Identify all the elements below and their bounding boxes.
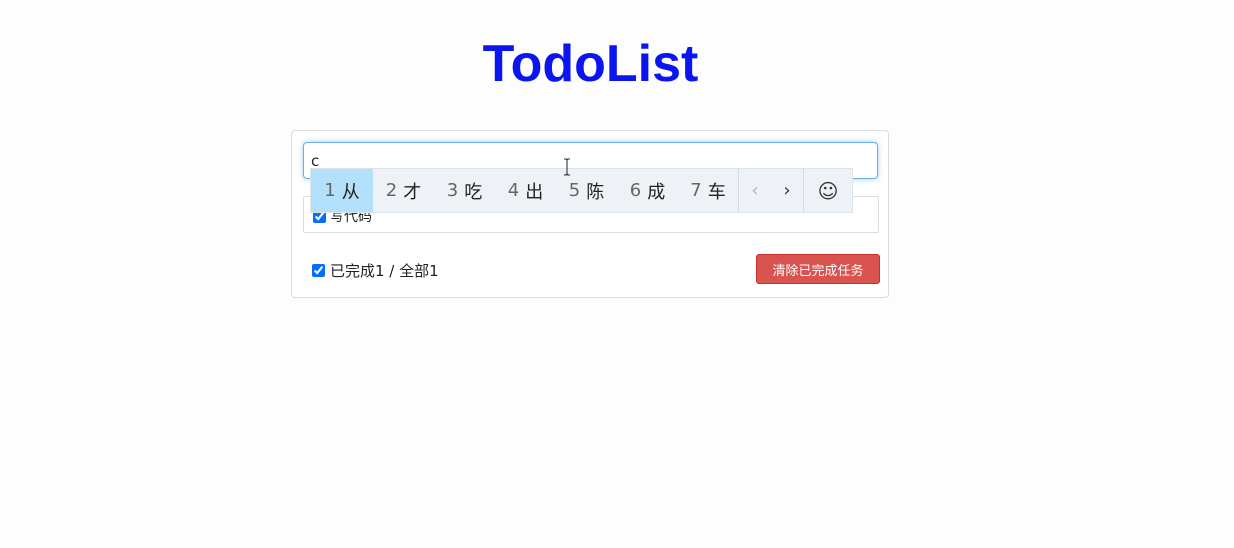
- ime-candidate-text: 出: [525, 181, 544, 203]
- ime-candidate-text: 成: [647, 181, 666, 203]
- ime-candidate-text: 从: [341, 181, 360, 203]
- chevron-right-icon[interactable]: ›: [771, 169, 803, 212]
- ime-candidate[interactable]: 7 车: [678, 169, 738, 212]
- ime-candidate[interactable]: 3 吃: [434, 169, 495, 212]
- ime-candidate-number: 5: [568, 180, 581, 201]
- ime-candidate[interactable]: 1 从: [311, 169, 373, 212]
- ime-candidate-number: 4: [507, 180, 520, 201]
- completion-count: 已完成1 / 全部1: [330, 262, 439, 280]
- page-title: TodoList: [482, 35, 699, 93]
- ime-candidate[interactable]: 4 出: [495, 169, 556, 212]
- ime-candidate-bar: 1 从 2 才 3 吃 4 出 5 陈 6 成 7 车 ‹ › ☺: [310, 168, 853, 213]
- ime-candidate-text: 车: [707, 181, 726, 203]
- clear-completed-button[interactable]: 清除已完成任务: [756, 254, 880, 284]
- chevron-left-icon[interactable]: ‹: [739, 169, 771, 212]
- ime-candidate-number: 6: [629, 180, 642, 201]
- ime-candidate-text: 才: [403, 181, 422, 203]
- ime-candidate-number: 1: [324, 180, 336, 201]
- select-all-checkbox[interactable]: [312, 264, 325, 277]
- ime-candidate-text: 吃: [464, 181, 483, 203]
- ime-candidate[interactable]: 2 才: [373, 169, 434, 212]
- ime-candidate-number: 3: [446, 180, 459, 201]
- footer-summary: 已完成1 / 全部1: [312, 260, 439, 281]
- text-cursor-icon: [564, 158, 570, 176]
- ime-candidate-text: 陈: [586, 181, 605, 203]
- todo-card: 写代码 已完成1 / 全部1 清除已完成任务: [291, 130, 889, 298]
- ime-candidate[interactable]: 6 成: [617, 169, 678, 212]
- emoji-icon[interactable]: ☺: [804, 169, 852, 212]
- ime-candidate-number: 7: [690, 180, 702, 201]
- ime-candidate-number: 2: [385, 180, 398, 201]
